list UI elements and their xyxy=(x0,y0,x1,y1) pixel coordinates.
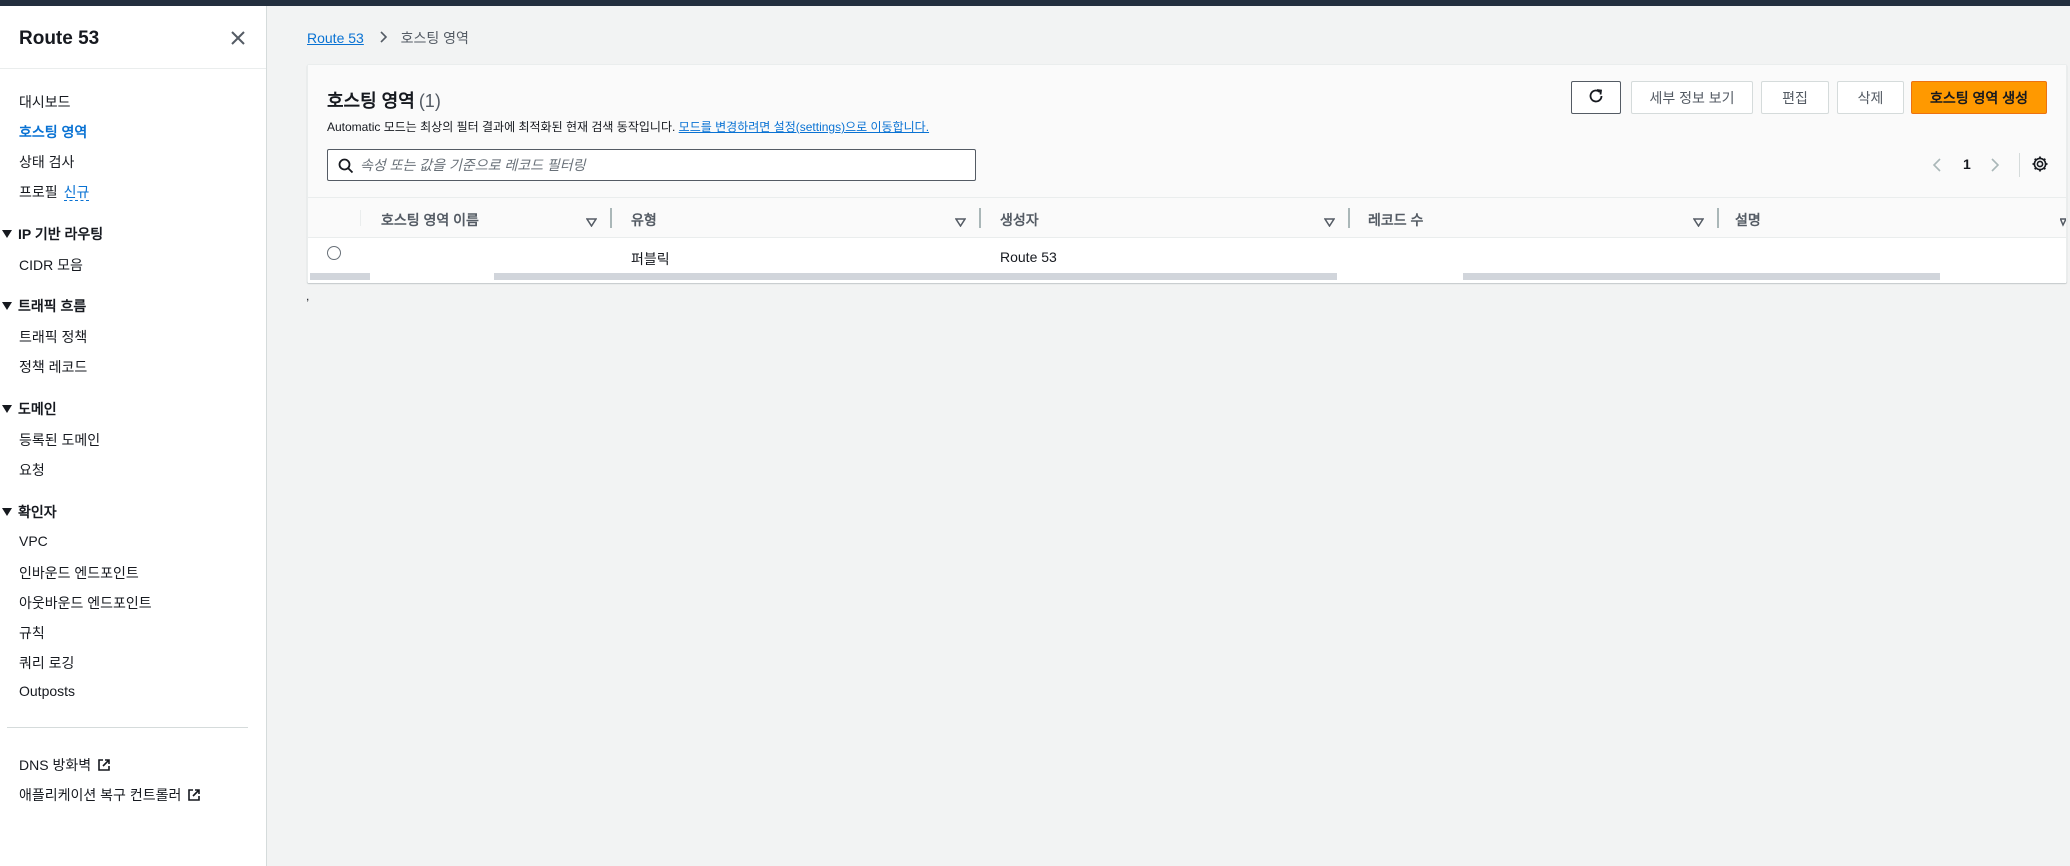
table-header: 호스팅 영역 이름 유형 생성자 레코드 수 설명 xyxy=(308,198,2068,238)
stray-mark: , xyxy=(306,289,310,303)
page-number[interactable]: 1 xyxy=(1963,156,1971,172)
view-details-button[interactable]: 세부 정보 보기 xyxy=(1631,81,1753,114)
external-link-icon xyxy=(187,788,201,805)
search-icon xyxy=(338,158,354,179)
scrollbar-thumb[interactable] xyxy=(310,273,1940,280)
sidebar-item-rules[interactable]: 규칙 xyxy=(19,623,45,643)
panel-count: (1) xyxy=(418,91,441,111)
column-header-description[interactable]: 설명 xyxy=(1735,210,1761,230)
external-link-icon xyxy=(97,758,111,775)
scrollbar-gap xyxy=(1337,271,1463,283)
breadcrumb-current: 호스팅 영역 xyxy=(400,30,469,46)
scrollbar-gap xyxy=(370,271,494,283)
side-navigation: Route 53 대시보드 호스팅 영역 상태 검사 프로필 신규 IP 기반 라… xyxy=(0,6,267,866)
arc-label: 애플리케이션 복구 컨트롤러 xyxy=(19,787,182,803)
sidebar-item-cidr-collections[interactable]: CIDR 모음 xyxy=(19,255,83,275)
sidebar-item-registered-domains[interactable]: 등록된 도메인 xyxy=(19,430,100,450)
column-resizer[interactable] xyxy=(1348,208,1350,228)
sidebar-title[interactable]: Route 53 xyxy=(19,28,99,50)
caret-down-icon xyxy=(2,230,12,239)
search-input[interactable] xyxy=(360,154,960,176)
sidebar-item-outbound-endpoints[interactable]: 아웃바운드 엔드포인트 xyxy=(19,593,152,613)
section-resolver-label: 확인자 xyxy=(18,504,57,520)
page-title: 호스팅 영역 (1) xyxy=(327,87,441,113)
sort-icon[interactable] xyxy=(1323,214,1336,232)
search-box xyxy=(327,149,976,181)
sidebar-link-dns-firewall[interactable]: DNS 방화벽 xyxy=(19,755,111,775)
sidebar-item-outposts[interactable]: Outposts xyxy=(19,683,75,699)
sidebar-item-inbound-endpoints[interactable]: 인바운드 엔드포인트 xyxy=(19,563,139,583)
delete-button[interactable]: 삭제 xyxy=(1837,81,1904,114)
sidebar-item-profiles-label: 프로필 xyxy=(19,184,58,200)
panel-description: Automatic 모드는 최상의 필터 결과에 최적화된 현재 검색 동작입니… xyxy=(327,118,929,135)
column-header-record-count[interactable]: 레코드 수 xyxy=(1368,210,1423,230)
sidebar-item-requests[interactable]: 요청 xyxy=(19,460,45,480)
horizontal-scrollbar[interactable] xyxy=(308,271,2066,283)
gear-icon[interactable] xyxy=(2031,155,2049,178)
caret-down-icon xyxy=(2,405,12,414)
sidebar-link-arc[interactable]: 애플리케이션 복구 컨트롤러 xyxy=(19,785,201,805)
sidebar-item-traffic-policies[interactable]: 트래픽 정책 xyxy=(19,327,87,347)
cell-type: 퍼블릭 xyxy=(631,251,670,267)
panel-title-text: 호스팅 영역 xyxy=(327,91,415,111)
column-header-type[interactable]: 유형 xyxy=(631,210,657,230)
sort-icon[interactable] xyxy=(1692,214,1705,232)
sidebar-header: Route 53 xyxy=(0,6,266,69)
sidebar-item-profiles[interactable]: 프로필 신규 xyxy=(19,182,90,202)
settings-link[interactable]: 모드를 변경하려면 설정(settings)으로 이동합니다. xyxy=(679,120,929,134)
column-resizer[interactable] xyxy=(979,208,981,228)
section-resolver[interactable]: 확인자 xyxy=(2,502,57,522)
section-ip-routing[interactable]: IP 기반 라우팅 xyxy=(2,224,103,244)
column-header-created-by[interactable]: 생성자 xyxy=(1000,210,1039,230)
column-resizer[interactable] xyxy=(610,208,612,228)
chevron-right-icon[interactable] xyxy=(1990,157,2000,178)
section-traffic-flow-label: 트래픽 흐름 xyxy=(18,298,87,314)
sort-icon[interactable] xyxy=(2059,214,2068,232)
panel-header: 호스팅 영역 (1) Automatic 모드는 최상의 필터 결과에 최적화된 … xyxy=(308,65,2066,198)
caret-down-icon xyxy=(2,302,12,311)
sidebar-item-vpcs[interactable]: VPC xyxy=(19,533,48,549)
section-domains[interactable]: 도메인 xyxy=(2,399,57,419)
sidebar-item-dashboard[interactable]: 대시보드 xyxy=(19,92,71,112)
section-domains-label: 도메인 xyxy=(18,401,57,417)
refresh-icon xyxy=(1587,87,1605,108)
column-resizer[interactable] xyxy=(1717,208,1719,228)
breadcrumb: Route 53 호스팅 영역 xyxy=(307,28,469,48)
breadcrumb-route53[interactable]: Route 53 xyxy=(307,30,364,46)
close-icon[interactable] xyxy=(228,28,248,48)
dns-firewall-label: DNS 방화벽 xyxy=(19,757,92,773)
description-text: Automatic 모드는 최상의 필터 결과에 최적화된 현재 검색 동작입니… xyxy=(327,120,676,134)
create-hosted-zone-button[interactable]: 호스팅 영역 생성 xyxy=(1911,81,2047,114)
sidebar-item-policy-records[interactable]: 정책 레코드 xyxy=(19,357,87,377)
table-row[interactable]: 퍼블릭 Route 53 xyxy=(308,238,2066,268)
sidebar-divider xyxy=(7,727,248,728)
sort-icon[interactable] xyxy=(585,214,598,232)
sort-icon[interactable] xyxy=(954,214,967,232)
column-header-name[interactable]: 호스팅 영역 이름 xyxy=(381,210,479,230)
pager-divider xyxy=(2019,153,2020,177)
new-badge: 신규 xyxy=(63,184,90,201)
sidebar-item-query-logging[interactable]: 쿼리 로깅 xyxy=(19,653,74,673)
chevron-left-icon[interactable] xyxy=(1932,157,1942,178)
refresh-button[interactable] xyxy=(1571,81,1621,114)
sidebar-item-hosted-zones[interactable]: 호스팅 영역 xyxy=(19,122,87,142)
caret-down-icon xyxy=(2,508,12,517)
console-top-bar xyxy=(0,0,2070,6)
hosted-zones-panel: 호스팅 영역 (1) Automatic 모드는 최상의 필터 결과에 최적화된 … xyxy=(307,64,2068,283)
edit-button[interactable]: 편집 xyxy=(1761,81,1829,114)
row-select-radio[interactable] xyxy=(327,246,341,260)
column-divider xyxy=(360,210,361,226)
cell-created-by: Route 53 xyxy=(1000,249,1057,265)
section-traffic-flow[interactable]: 트래픽 흐름 xyxy=(2,296,86,316)
chevron-right-icon xyxy=(379,30,388,46)
sidebar-item-health-checks[interactable]: 상태 검사 xyxy=(19,152,74,172)
section-ip-routing-label: IP 기반 라우팅 xyxy=(18,226,104,242)
